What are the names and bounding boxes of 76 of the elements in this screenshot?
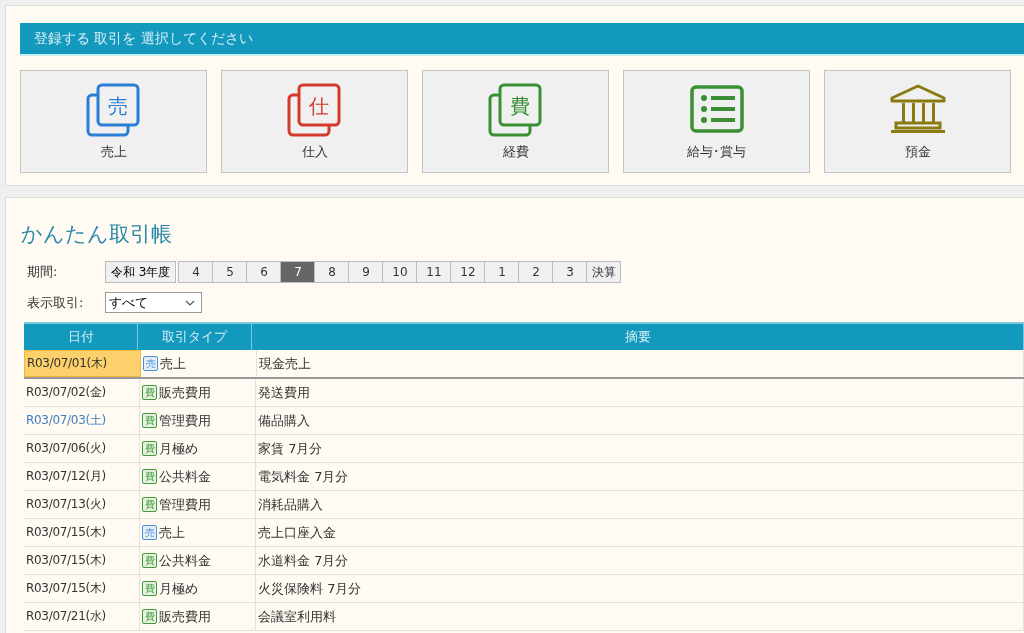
transaction-type: 販売費用: [159, 383, 211, 402]
period-label: 期間:: [27, 263, 59, 282]
ledger-title: かんたん取引帳: [21, 222, 173, 248]
ledger-row[interactable]: R03/07/15(木) 費 公共料金 水道料金 7月分: [24, 547, 1024, 576]
transaction-tile[interactable]: 売 売上: [20, 70, 207, 173]
ledger-row[interactable]: R03/07/01(木) 売 売上 現金売上: [24, 350, 1024, 380]
ledger-row[interactable]: R03/07/21(水) 費 販売費用 会議室利用料: [24, 603, 1024, 632]
ledger-row[interactable]: R03/07/03(土) 費 管理費用 備品購入: [24, 407, 1024, 436]
ledger-row[interactable]: R03/07/13(火) 費 管理費用 消耗品購入: [24, 491, 1024, 520]
month-tab[interactable]: 8: [314, 261, 350, 284]
category-badge: 費: [142, 581, 157, 597]
category-badge: 費: [142, 441, 157, 457]
date-cell: R03/07/03(土): [24, 407, 140, 435]
transaction-tile[interactable]: 給与･賞与: [623, 70, 810, 173]
category-badge: 費: [142, 553, 157, 569]
category-badge: 売: [142, 525, 157, 541]
transaction-filter-dropdown[interactable]: すべて: [105, 292, 202, 314]
ledger-row[interactable]: R03/07/15(木) 売 売上 売上口座入金: [24, 519, 1024, 548]
fiscal-year-label: 令和 3年度: [105, 261, 177, 284]
month-tab[interactable]: 2: [518, 261, 554, 284]
month-tab[interactable]: 12: [450, 261, 486, 284]
transaction-type: 公共料金: [159, 467, 211, 486]
date-cell: R03/07/06(火): [24, 435, 140, 463]
date-cell: R03/07/01(木): [24, 350, 141, 378]
ledger-row[interactable]: R03/07/06(火) 費 月極め 家賃 7月分: [24, 435, 1024, 464]
summary-cell: 現金売上: [257, 350, 1024, 378]
transaction-tile[interactable]: 費 経費: [422, 70, 609, 173]
summary-cell: 火災保険料 7月分: [256, 575, 1024, 603]
month-tab[interactable]: 3: [552, 261, 588, 284]
transaction-type: 管理費用: [159, 411, 211, 430]
summary-cell: 会議室利用料: [256, 603, 1024, 631]
transaction-type: 売上: [160, 354, 186, 373]
transaction-type: 販売費用: [159, 607, 211, 626]
summary-cell: 消耗品購入: [256, 491, 1024, 519]
month-tab[interactable]: 10: [382, 261, 418, 284]
date-cell: R03/07/13(火): [24, 491, 140, 519]
summary-cell: 備品購入: [256, 407, 1024, 435]
section-heading: 登録する 取引を 選択してください: [34, 29, 253, 48]
month-tab[interactable]: 決算: [586, 261, 622, 284]
date-cell: R03/07/15(木): [24, 519, 140, 547]
category-badge: 費: [142, 497, 157, 513]
date-cell: R03/07/15(木): [24, 575, 140, 603]
transaction-type: 管理費用: [159, 495, 211, 514]
month-tab[interactable]: 5: [212, 261, 248, 284]
date-cell: R03/07/21(水): [24, 603, 140, 631]
transaction-type: 公共料金: [159, 551, 211, 570]
date-cell: R03/07/02(金): [24, 379, 140, 407]
category-badge: 費: [142, 413, 157, 429]
transaction-type: 月極め: [159, 579, 198, 598]
transaction-tile[interactable]: 預金: [824, 70, 1011, 173]
ledger-row[interactable]: R03/07/02(金) 費 販売費用 発送費用: [24, 379, 1024, 408]
chevron-down-icon: [185, 299, 195, 306]
category-badge: 売: [143, 356, 158, 372]
month-tab[interactable]: 4: [178, 261, 214, 284]
category-badge: 費: [142, 385, 157, 401]
month-tab[interactable]: 9: [348, 261, 384, 284]
transaction-type: 売上: [159, 523, 185, 542]
date-cell: R03/07/15(木): [24, 547, 140, 575]
category-badge: 費: [142, 469, 157, 485]
filter-label: 表示取引:: [27, 293, 85, 312]
month-tab[interactable]: 11: [416, 261, 452, 284]
month-tab[interactable]: 6: [246, 261, 282, 284]
summary-cell: 家賃 7月分: [256, 435, 1024, 463]
ledger-row[interactable]: R03/07/12(月) 費 公共料金 電気料金 7月分: [24, 463, 1024, 492]
date-cell: R03/07/12(月): [24, 463, 140, 491]
summary-cell: 売上口座入金: [256, 519, 1024, 547]
ledger-row[interactable]: R03/07/15(木) 費 月極め 火災保険料 7月分: [24, 575, 1024, 604]
summary-cell: 水道料金 7月分: [256, 547, 1024, 575]
category-badge: 費: [142, 609, 157, 625]
summary-cell: 電気料金 7月分: [256, 463, 1024, 491]
summary-cell: 発送費用: [256, 379, 1024, 407]
transaction-type: 月極め: [159, 439, 198, 458]
transaction-tile[interactable]: 仕 仕入: [221, 70, 408, 173]
month-tab[interactable]: 7: [280, 261, 316, 284]
month-tab[interactable]: 1: [484, 261, 520, 284]
column-header: 摘要: [252, 324, 1024, 351]
